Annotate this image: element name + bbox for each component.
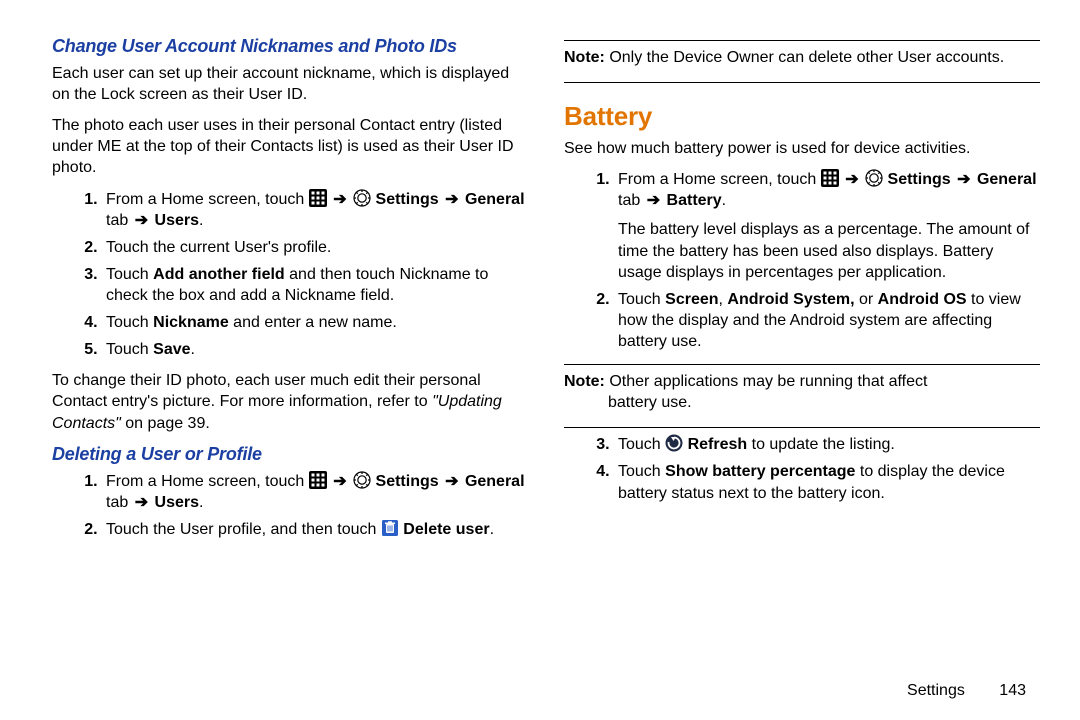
- settings-gear-icon: [865, 169, 883, 187]
- arrow-icon: ➔: [333, 473, 346, 490]
- text-bold: Settings: [888, 171, 956, 188]
- refresh-icon: [665, 434, 683, 452]
- text-bold: General: [465, 473, 525, 490]
- divider: [564, 364, 1040, 365]
- paragraph: See how much battery power is used for d…: [564, 138, 1040, 159]
- ordered-list: From a Home screen, touch ➔ Settings ➔ G…: [52, 471, 528, 540]
- text: Touch: [106, 314, 153, 331]
- paragraph: Each user can set up their account nickn…: [52, 63, 528, 105]
- text: Only the Device Owner can delete other U…: [605, 49, 1004, 66]
- list-item: Touch Refresh to update the listing.: [614, 434, 1040, 455]
- text: From a Home screen, touch: [106, 191, 309, 208]
- list-item: From a Home screen, touch ➔ Settings ➔ G…: [102, 471, 528, 513]
- text: and enter a new name.: [229, 314, 397, 331]
- text-bold: General: [977, 171, 1037, 188]
- text: Touch: [618, 436, 665, 453]
- settings-gear-icon: [353, 471, 371, 489]
- text: battery use.: [608, 392, 1040, 413]
- text: .: [191, 341, 195, 358]
- text-bold: General: [465, 191, 525, 208]
- text: tab: [618, 192, 645, 209]
- note: Note: Other applications may be running …: [564, 371, 1040, 415]
- text: .: [722, 192, 726, 209]
- note-label: Note:: [564, 373, 605, 390]
- text: Touch: [106, 341, 153, 358]
- ordered-list: Touch Refresh to update the listing. Tou…: [564, 434, 1040, 503]
- right-column: Note: Only the Device Owner can delete o…: [564, 28, 1040, 550]
- text: on page 39.: [121, 415, 210, 432]
- text-bold: Users: [150, 212, 199, 229]
- text: From a Home screen, touch: [106, 473, 309, 490]
- text: Other applications may be running that a…: [605, 373, 928, 390]
- list-item: Touch Show battery percentage to display…: [614, 461, 1040, 503]
- arrow-icon: ➔: [647, 192, 660, 209]
- text: To change their ID photo, each user much…: [52, 372, 481, 410]
- list-item: From a Home screen, touch ➔ Settings ➔ G…: [102, 189, 528, 231]
- list-item: Touch Screen, Android System, or Android…: [614, 289, 1040, 352]
- text: .: [490, 521, 494, 538]
- text: to update the listing.: [747, 436, 895, 453]
- text: Touch the User profile, and then touch: [106, 521, 381, 538]
- apps-grid-icon: [821, 169, 839, 187]
- arrow-icon: ➔: [957, 171, 970, 188]
- divider: [564, 82, 1040, 83]
- text-bold: Settings: [376, 473, 444, 490]
- text-bold: Delete user: [403, 521, 489, 538]
- text-bold: Android OS: [878, 291, 967, 308]
- footer-page-number: 143: [999, 682, 1026, 699]
- footer-section: Settings: [907, 682, 965, 699]
- list-item: Touch the User profile, and then touch D…: [102, 519, 528, 540]
- paragraph: The battery level displays as a percenta…: [618, 219, 1040, 282]
- text-bold: Refresh: [688, 436, 748, 453]
- heading-battery: Battery: [564, 101, 1040, 132]
- text: Touch: [618, 463, 665, 480]
- text-bold: Battery: [662, 192, 722, 209]
- text-bold: Add another field: [153, 266, 285, 283]
- text-bold: Users: [150, 494, 199, 511]
- text-bold: Android System,: [727, 291, 854, 308]
- divider: [564, 40, 1040, 41]
- list-item: Touch the current User's profile.: [102, 237, 528, 258]
- delete-trash-icon: [381, 519, 399, 537]
- arrow-icon: ➔: [135, 494, 148, 511]
- ordered-list: From a Home screen, touch ➔ Settings ➔ G…: [52, 189, 528, 361]
- ordered-list: From a Home screen, touch ➔ Settings ➔ G…: [564, 169, 1040, 352]
- arrow-icon: ➔: [333, 191, 346, 208]
- apps-grid-icon: [309, 189, 327, 207]
- arrow-icon: ➔: [135, 212, 148, 229]
- text: Touch: [106, 266, 153, 283]
- text: From a Home screen, touch: [618, 171, 821, 188]
- text: Touch: [618, 291, 665, 308]
- list-item: Touch Nickname and enter a new name.: [102, 312, 528, 333]
- text: tab: [106, 494, 133, 511]
- list-item: Touch Add another field and then touch N…: [102, 264, 528, 306]
- list-item: From a Home screen, touch ➔ Settings ➔ G…: [614, 169, 1040, 283]
- text-bold: Nickname: [153, 314, 229, 331]
- heading-change-nicknames: Change User Account Nicknames and Photo …: [52, 36, 528, 57]
- arrow-icon: ➔: [445, 473, 458, 490]
- text: tab: [106, 212, 133, 229]
- apps-grid-icon: [309, 471, 327, 489]
- text-bold: Settings: [376, 191, 444, 208]
- text-bold: Save: [153, 341, 190, 358]
- note: Note: Only the Device Owner can delete o…: [564, 47, 1040, 70]
- paragraph: To change their ID photo, each user much…: [52, 370, 528, 433]
- heading-deleting-user: Deleting a User or Profile: [52, 444, 528, 465]
- note-label: Note:: [564, 49, 605, 66]
- text: .: [199, 494, 203, 511]
- arrow-icon: ➔: [445, 191, 458, 208]
- text: or: [855, 291, 878, 308]
- paragraph: The photo each user uses in their person…: [52, 115, 528, 178]
- arrow-icon: ➔: [845, 171, 858, 188]
- text: .: [199, 212, 203, 229]
- text-bold: Show battery percentage: [665, 463, 855, 480]
- settings-gear-icon: [353, 189, 371, 207]
- text-bold: Screen: [665, 291, 718, 308]
- list-item: Touch Save.: [102, 339, 528, 360]
- page-footer: Settings 143: [907, 682, 1026, 700]
- divider: [564, 427, 1040, 428]
- left-column: Change User Account Nicknames and Photo …: [52, 28, 528, 550]
